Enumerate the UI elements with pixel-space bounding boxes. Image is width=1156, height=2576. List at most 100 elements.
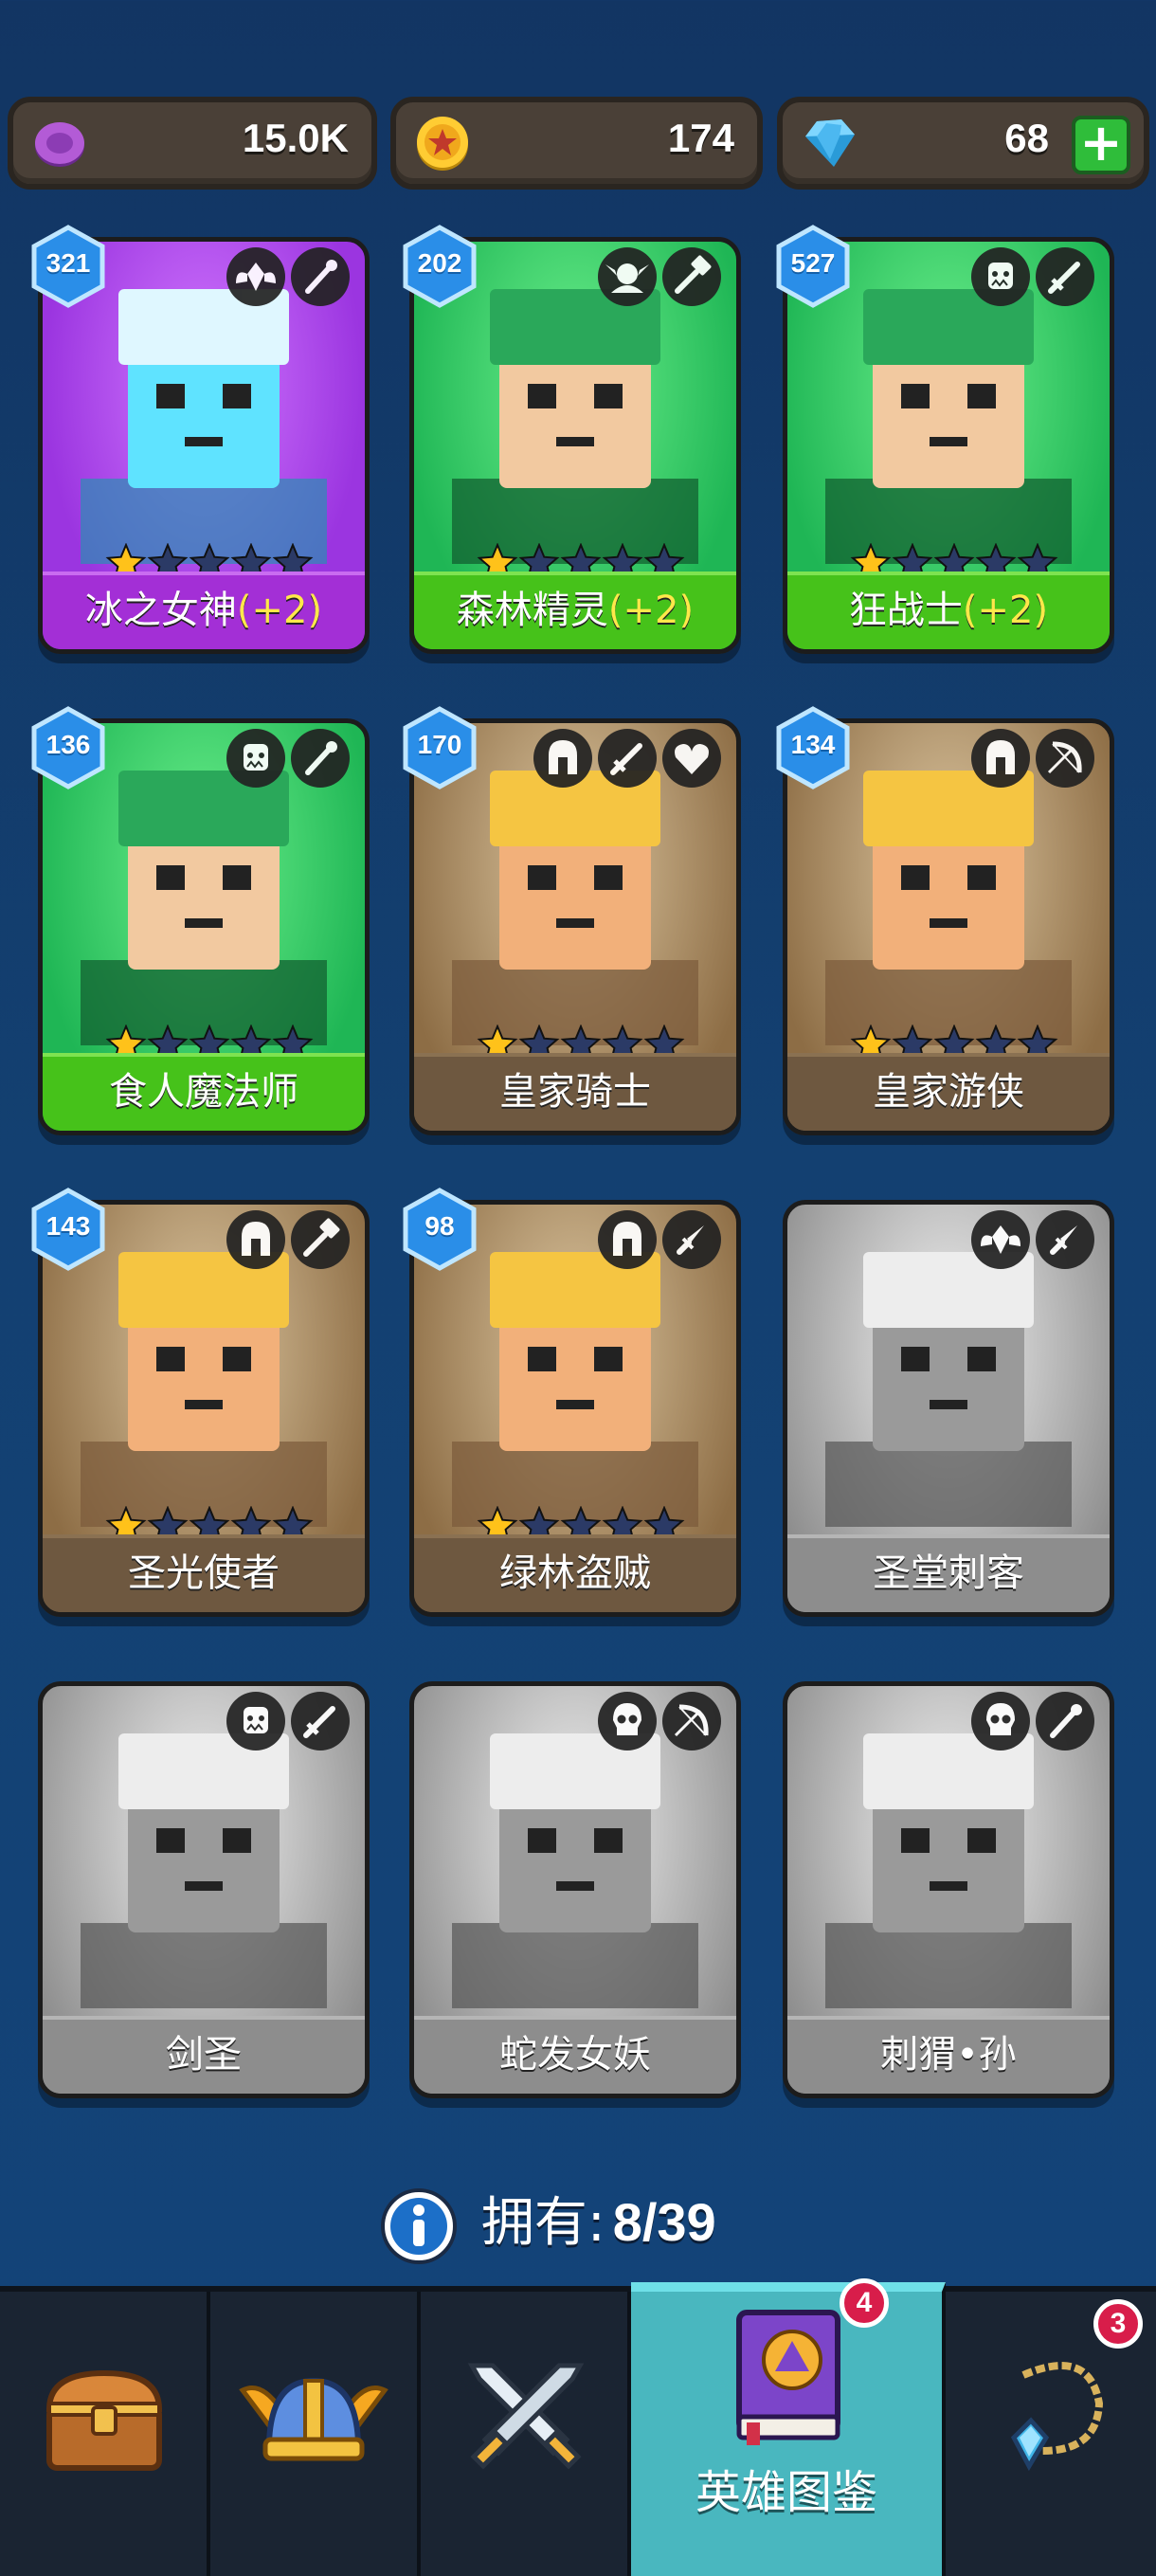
hero-name-text: 狂战士 — [848, 589, 963, 632]
ownership-counter: 拥有: 8/39 — [379, 2180, 716, 2265]
add-gems-button[interactable]: + — [1072, 116, 1130, 174]
tab-equipment[interactable]: 3 — [946, 2292, 1156, 2576]
hero-name: 皇家骑士 — [414, 1053, 736, 1131]
hero-card[interactable]: 蛇发女妖 — [409, 1681, 741, 2098]
bow-icon — [1036, 729, 1094, 788]
hero-name-text: 圣光使者 — [128, 1551, 280, 1595]
hero-name: 绿林盗贼 — [414, 1534, 736, 1612]
skull-icon — [971, 1692, 1030, 1751]
bow-icon — [662, 1692, 721, 1751]
hero-level-badge: 321 — [28, 224, 108, 309]
helmet-icon — [598, 1210, 657, 1269]
helmet-icon — [533, 729, 592, 788]
hero-book-icon — [736, 2310, 840, 2445]
tab-hero-book[interactable]: 英雄图鉴 4 — [631, 2278, 946, 2576]
hero-name-text: 剑圣 — [166, 2033, 242, 2077]
orc-emblem-icon — [226, 729, 285, 788]
winged-emblem-icon — [971, 1210, 1030, 1269]
hero-name-text: 食人魔法师 — [109, 1070, 298, 1114]
orc-emblem-icon — [971, 247, 1030, 306]
hero-name: 冰之女神(+2) — [43, 571, 365, 649]
dagger-icon — [1036, 1210, 1094, 1269]
orc-emblem-icon — [226, 1692, 285, 1751]
helmet-icon — [971, 729, 1030, 788]
hero-name: 圣堂刺客 — [787, 1534, 1110, 1612]
purple-orb-value: 15.0K — [242, 116, 349, 160]
tab-chest[interactable] — [0, 2292, 210, 2576]
hero-bonus: (+2) — [962, 589, 1049, 632]
hero-card[interactable]: 刺猬•孙 — [783, 1681, 1114, 2098]
hero-name-text: 皇家骑士 — [499, 1070, 651, 1114]
hero-name-text: 森林精灵 — [456, 589, 608, 632]
hero-name: 狂战士(+2) — [787, 571, 1110, 649]
gold-coin-currency: 174 — [390, 97, 763, 190]
tab-battle[interactable] — [421, 2292, 631, 2576]
hero-level: 202 — [417, 248, 462, 278]
sword-icon — [291, 1692, 350, 1751]
wand-icon — [291, 729, 350, 788]
helmet-icon — [226, 1210, 285, 1269]
purple-orb-icon — [35, 122, 84, 167]
notification-badge: 4 — [840, 2278, 889, 2328]
hero-level-badge: 170 — [400, 705, 479, 790]
notification-badge: 3 — [1093, 2299, 1143, 2349]
hero-level: 143 — [45, 1211, 91, 1241]
hero-level: 136 — [45, 730, 91, 759]
hero-name: 森林精灵(+2) — [414, 571, 736, 649]
hero-level: 321 — [45, 248, 91, 278]
heart-icon — [662, 729, 721, 788]
hero-name: 蛇发女妖 — [414, 2016, 736, 2094]
hero-level-badge: 136 — [28, 705, 108, 790]
hero-name-text: 蛇发女妖 — [499, 2033, 651, 2077]
tab-heroes[interactable] — [210, 2292, 421, 2576]
amulet-icon — [1010, 2362, 1104, 2472]
sword-icon — [1036, 247, 1094, 306]
hero-level: 170 — [417, 730, 462, 759]
hero-level-badge: 98 — [400, 1187, 479, 1272]
hero-bonus: (+2) — [236, 589, 323, 632]
hammer-icon — [662, 247, 721, 306]
hero-level: 98 — [424, 1211, 455, 1241]
viking-helmet-icon — [239, 2377, 388, 2461]
skull-icon — [598, 1692, 657, 1751]
hero-name: 皇家游侠 — [787, 1053, 1110, 1131]
treasure-chest-icon — [45, 2369, 163, 2471]
hero-name: 剑圣 — [43, 2016, 365, 2094]
crossed-swords-icon — [467, 2363, 585, 2470]
ownership-label: 拥有: — [480, 2192, 605, 2254]
gem-value: 68 — [1004, 116, 1049, 160]
hero-level-badge: 143 — [28, 1187, 108, 1272]
dagger-icon — [662, 1210, 721, 1269]
hero-name: 刺猬•孙 — [787, 2016, 1110, 2094]
hero-name: 食人魔法师 — [43, 1053, 365, 1131]
winged-emblem-icon — [226, 247, 285, 306]
hero-level: 134 — [790, 730, 836, 759]
hero-level-badge: 527 — [773, 224, 853, 309]
wand-icon — [1036, 1692, 1094, 1751]
hero-card[interactable]: 剑圣 — [38, 1681, 370, 2098]
wand-icon — [291, 247, 350, 306]
gold-coin-value: 174 — [667, 116, 734, 160]
purple-orb-currency: 15.0K — [8, 97, 377, 190]
sword-icon — [598, 729, 657, 788]
bottom-nav: 英雄图鉴 4 3 — [0, 2278, 1156, 2576]
hero-name-text: 绿林盗贼 — [499, 1551, 651, 1595]
tab-hero-book-label: 英雄图鉴 — [695, 2466, 877, 2519]
hero-level: 527 — [790, 248, 836, 278]
hammer-icon — [291, 1210, 350, 1269]
gold-coin-icon — [417, 117, 468, 171]
hero-card[interactable]: 圣堂刺客 — [783, 1200, 1114, 1617]
info-icon[interactable] — [379, 2186, 459, 2266]
hero-bonus: (+2) — [607, 589, 695, 632]
ownership-count: 8/39 — [612, 2192, 716, 2252]
hero-level-badge: 134 — [773, 705, 853, 790]
elf-emblem-icon — [598, 247, 657, 306]
hero-name-text: 冰之女神 — [84, 589, 237, 632]
blue-gem-icon — [805, 119, 855, 167]
hero-level-badge: 202 — [400, 224, 479, 309]
gem-currency: 68 + — [777, 97, 1149, 190]
hero-name-text: 刺猬•孙 — [880, 2033, 1017, 2077]
hero-name-text: 圣堂刺客 — [873, 1551, 1024, 1595]
hero-name: 圣光使者 — [43, 1534, 365, 1612]
hero-name-text: 皇家游侠 — [873, 1070, 1024, 1114]
